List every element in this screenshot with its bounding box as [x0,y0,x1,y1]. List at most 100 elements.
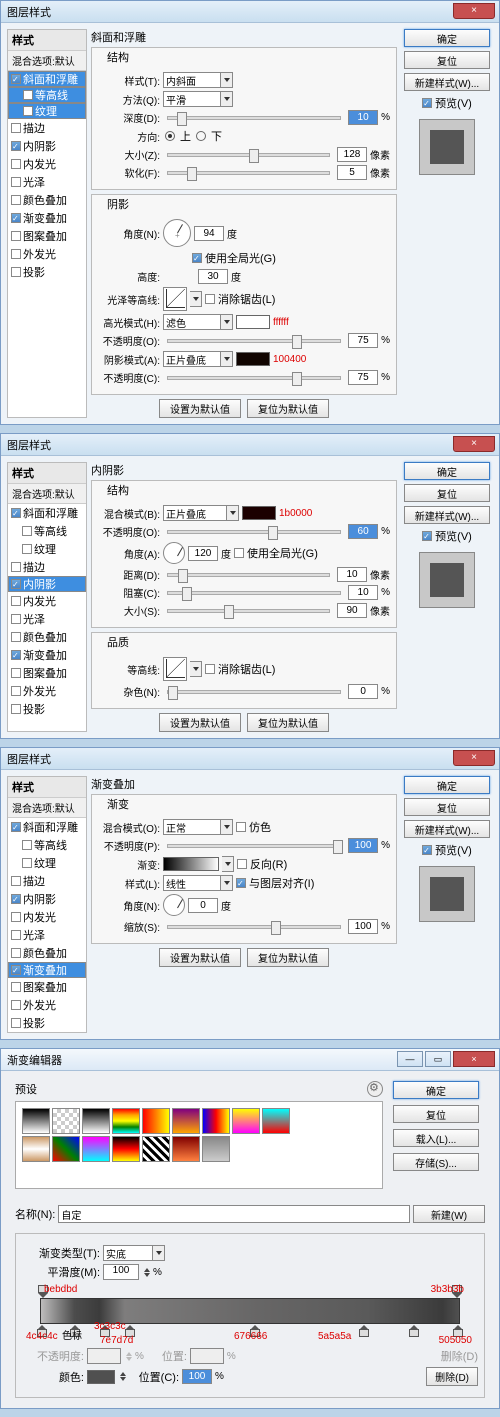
preset-thumb[interactable] [82,1108,110,1134]
sidebar-item-gradient-overlay[interactable]: 渐变叠加 [8,962,86,978]
depth-input[interactable]: 10 [348,110,378,125]
chevron-down-icon[interactable] [221,351,233,367]
preview-checkbox[interactable] [422,98,432,108]
make-default-button[interactable]: 设置为默认值 [159,948,241,967]
sidebar-item-texture[interactable]: 纹理 [8,540,86,558]
checkbox-icon[interactable] [11,213,21,223]
shadow-opacity-slider[interactable] [167,376,341,380]
preset-thumb[interactable] [112,1136,140,1162]
preset-thumb[interactable] [22,1136,50,1162]
global-light-checkbox[interactable] [234,548,244,558]
sidebar-blend[interactable]: 混合选项:默认 [8,798,86,818]
checkbox-icon[interactable] [11,876,21,886]
color-swatch[interactable] [87,1370,115,1384]
checkbox-icon[interactable] [11,562,21,572]
ok-button[interactable]: 确定 [404,29,490,47]
preview-checkbox[interactable] [422,531,432,541]
gear-icon[interactable] [367,1081,383,1097]
sidebar-item-satin[interactable]: 光泽 [8,926,86,944]
checkbox-icon[interactable] [11,930,21,940]
sidebar-item-color-overlay[interactable]: 颜色叠加 [8,191,86,209]
preset-thumb[interactable] [202,1108,230,1134]
shadow-color-swatch[interactable] [242,506,276,520]
soften-input[interactable]: 5 [337,165,367,180]
checkbox-icon[interactable] [11,650,21,660]
antialias-checkbox[interactable] [205,664,215,674]
sidebar-item-stroke[interactable]: 描边 [8,119,86,137]
checkbox-icon[interactable] [23,106,33,116]
size-slider[interactable] [167,609,330,613]
highlight-color-swatch[interactable] [236,315,270,329]
color-stop[interactable] [359,1325,369,1337]
chevron-down-icon[interactable] [221,819,233,835]
sidebar-blend[interactable]: 混合选项:默认 [8,51,86,71]
checkbox-icon[interactable] [11,632,21,642]
gloss-contour-picker[interactable] [163,287,187,311]
dither-checkbox[interactable] [236,822,246,832]
checkbox-icon[interactable] [11,508,21,518]
checkbox-icon[interactable] [11,704,21,714]
location-input[interactable]: 100 [182,1369,212,1384]
checkbox-icon[interactable] [11,195,21,205]
highlight-mode-select[interactable]: 滤色 [163,314,233,330]
reset-default-button[interactable]: 复位为默认值 [247,713,329,732]
preset-thumb[interactable] [22,1108,50,1134]
chevron-down-icon[interactable] [190,661,202,677]
ok-button[interactable]: 确定 [404,462,490,480]
ok-button[interactable]: 确定 [393,1081,479,1099]
reverse-checkbox[interactable] [237,859,247,869]
checkbox-icon[interactable] [11,965,21,975]
sidebar-item-texture[interactable]: 纹理 [8,854,86,872]
opacity-slider[interactable] [167,530,341,534]
checkbox-icon[interactable] [11,579,21,589]
sidebar-item-pattern-overlay[interactable]: 图案叠加 [8,664,86,682]
new-style-button[interactable]: 新建样式(W)... [404,820,490,838]
preview-checkbox[interactable] [422,845,432,855]
sidebar-item-inner-shadow[interactable]: 内阴影 [8,576,86,592]
depth-slider[interactable] [167,116,341,120]
close-button[interactable]: × [453,750,495,766]
blend-mode-select[interactable]: 正常 [163,819,233,835]
sidebar-item-inner-shadow[interactable]: 内阴影 [8,137,86,155]
sidebar-item-contour[interactable]: 等高线 [8,522,86,540]
sidebar-item-inner-glow[interactable]: 内发光 [8,592,86,610]
sidebar-item-stroke[interactable]: 描边 [8,872,86,890]
gradient-type-select[interactable]: 实底 [103,1245,165,1261]
sidebar-item-pattern-overlay[interactable]: 图案叠加 [8,978,86,996]
checkbox-icon[interactable] [22,526,32,536]
make-default-button[interactable]: 设置为默认值 [159,713,241,732]
delete-color-stop-button[interactable]: 删除(D) [426,1367,478,1386]
shadow-color-swatch[interactable] [236,352,270,366]
sidebar-item-drop-shadow[interactable]: 投影 [8,700,86,718]
opacity-slider[interactable] [167,844,341,848]
checkbox-icon[interactable] [22,840,32,850]
opacity-input[interactable]: 100 [348,838,378,853]
checkbox-icon[interactable] [11,141,21,151]
noise-slider[interactable] [167,690,341,694]
reset-default-button[interactable]: 复位为默认值 [247,399,329,418]
sidebar-item-inner-shadow[interactable]: 内阴影 [8,890,86,908]
save-button[interactable]: 存储(S)... [393,1153,479,1171]
gradient-swatch[interactable] [163,857,219,871]
cancel-button[interactable]: 复位 [404,51,490,69]
checkbox-icon[interactable] [11,596,21,606]
new-button[interactable]: 新建(W) [413,1205,485,1223]
chevron-down-icon[interactable] [221,72,233,88]
style-select[interactable]: 线性 [163,875,233,891]
checkbox-icon[interactable] [11,231,21,241]
chevron-down-icon[interactable] [190,291,202,307]
soften-slider[interactable] [167,171,330,175]
sidebar-item-texture[interactable]: 纹理 [8,103,86,119]
noise-input[interactable]: 0 [348,684,378,699]
distance-input[interactable]: 10 [337,567,367,582]
checkbox-icon[interactable] [11,822,21,832]
scale-slider[interactable] [167,925,341,929]
global-light-checkbox[interactable] [192,253,202,263]
chevron-down-icon[interactable] [222,856,234,872]
sidebar-item-gradient-overlay[interactable]: 渐变叠加 [8,209,86,227]
color-stop[interactable] [409,1325,419,1337]
checkbox-icon[interactable] [11,177,21,187]
cancel-button[interactable]: 复位 [393,1105,479,1123]
new-style-button[interactable]: 新建样式(W)... [404,73,490,91]
technique-select[interactable]: 平滑 [163,91,233,107]
